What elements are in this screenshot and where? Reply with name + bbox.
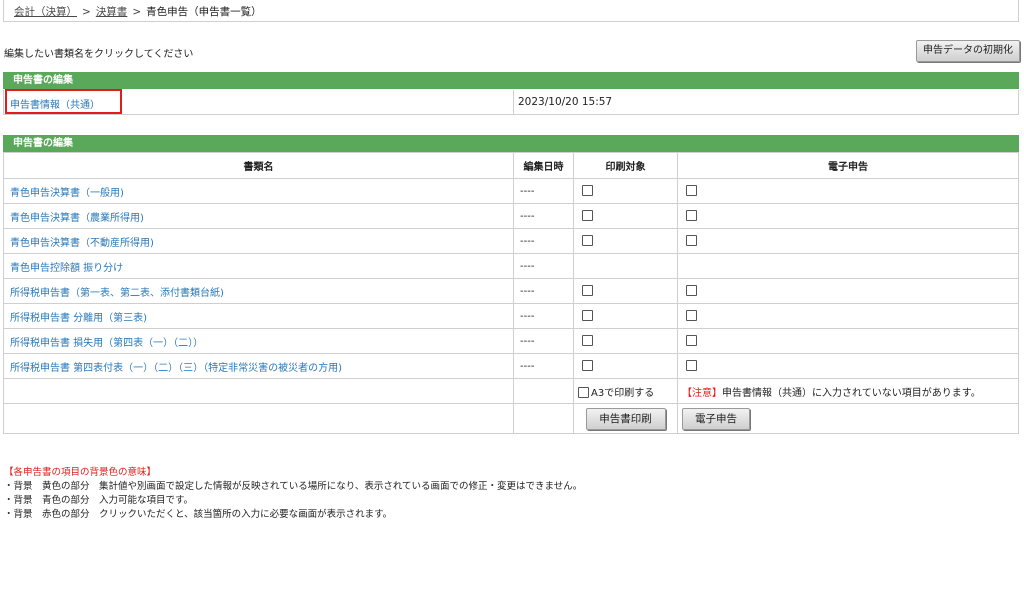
breadcrumb-separator: > xyxy=(132,6,142,18)
instruction-text: 編集したい書類名をクリックしてください xyxy=(4,49,194,60)
print-checkbox[interactable] xyxy=(582,210,593,222)
common-info-date: 2023/10/20 15:57 xyxy=(518,96,613,108)
table-row: 所得税申告書 損失用（第四表（一）（二）） ---- xyxy=(3,328,1019,354)
efile-button[interactable]: 電子申告 xyxy=(682,407,750,430)
print-checkbox[interactable] xyxy=(582,185,593,197)
print-button[interactable]: 申告書印刷 xyxy=(585,407,666,430)
column-header-name: 書類名 xyxy=(3,152,514,179)
table-row: 青色申告決算書（農業所得用) ---- xyxy=(3,203,1019,229)
legend-line: ・背景 黄色の部分 集計値や別画面で設定した情報が反映されている場所になり、表示… xyxy=(4,481,583,492)
common-info-link-cell: 申告書情報（共通） xyxy=(4,89,514,114)
edit-date: ---- xyxy=(513,303,574,329)
breadcrumb-link-statements[interactable]: 決算書 xyxy=(96,6,128,18)
document-link[interactable]: 所得税申告書 分離用（第三表) xyxy=(10,313,147,324)
notice-tag: 【注意】 xyxy=(682,387,722,399)
initialize-data-button[interactable]: 申告データの初期化 xyxy=(916,40,1020,62)
document-link[interactable]: 青色申告決算書（農業所得用) xyxy=(10,213,144,224)
efile-checkbox[interactable] xyxy=(686,185,697,197)
empty-cell xyxy=(513,378,574,404)
column-header-print: 印刷対象 xyxy=(573,152,678,179)
document-link[interactable]: 青色申告控除額 振り分け xyxy=(10,263,123,274)
edit-date: ---- xyxy=(513,228,574,254)
print-checkbox[interactable] xyxy=(582,235,593,247)
a3-print-label: A3で印刷する xyxy=(591,387,655,399)
edit-date: ---- xyxy=(513,328,574,354)
print-checkbox[interactable] xyxy=(582,310,593,322)
efile-checkbox[interactable] xyxy=(686,335,697,347)
a3-print-option[interactable]: A3で印刷する xyxy=(578,387,655,399)
efile-checkbox[interactable] xyxy=(686,285,697,297)
table-row: 所得税申告書（第一表、第二表、添付書類台紙) ---- xyxy=(3,278,1019,304)
breadcrumb-current: 青色申告（申告書一覧） xyxy=(146,6,262,18)
empty-cell xyxy=(3,378,514,404)
edit-date: ---- xyxy=(513,203,574,229)
breadcrumb: 会計（決算） > 決算書 > 青色申告（申告書一覧） xyxy=(3,0,1019,22)
empty-cell xyxy=(677,253,1019,279)
efile-checkbox[interactable] xyxy=(686,235,697,247)
empty-cell xyxy=(513,403,574,434)
column-header-date: 編集日時 xyxy=(513,152,574,179)
edit-date: ---- xyxy=(513,253,574,279)
empty-cell xyxy=(3,403,514,434)
table-row: 青色申告決算書（一般用) ---- xyxy=(3,178,1019,204)
empty-cell xyxy=(573,253,678,279)
common-info-table: 申告書情報（共通） 2023/10/20 15:57 xyxy=(3,89,1019,115)
document-link[interactable]: 所得税申告書 損失用（第四表（一）（二）） xyxy=(10,338,203,349)
notice-text: 申告書情報（共通）に入力されていない項目があります。 xyxy=(722,387,981,399)
print-checkbox[interactable] xyxy=(582,360,593,372)
edit-date: ---- xyxy=(513,278,574,304)
legend: 【各申告書の項目の背景色の意味】 ・背景 黄色の部分 集計値や別画面で設定した情… xyxy=(4,466,582,522)
documents-table: 書類名 編集日時 印刷対象 電子申告 青色申告決算書（一般用) ---- 青色申… xyxy=(3,152,1019,434)
efile-checkbox[interactable] xyxy=(686,310,697,322)
table-row: 所得税申告書 第四表付表（一）（二）（三）（特定非常災害の被災者の方用) ---… xyxy=(3,353,1019,379)
edit-date: ---- xyxy=(513,353,574,379)
options-row: A3で印刷する 【注意】申告書情報（共通）に入力されていない項目があります。 xyxy=(3,378,1019,404)
section-header-common: 申告書の編集 xyxy=(3,72,1019,89)
section-header-documents: 申告書の編集 xyxy=(3,135,1019,152)
table-header-row: 書類名 編集日時 印刷対象 電子申告 xyxy=(3,152,1019,179)
notice-message: 【注意】申告書情報（共通）に入力されていない項目があります。 xyxy=(682,388,981,399)
table-row: 青色申告決算書（不動産所得用) ---- xyxy=(3,228,1019,254)
edit-date: ---- xyxy=(513,178,574,204)
table-row: 所得税申告書 分離用（第三表) ---- xyxy=(3,303,1019,329)
buttons-row: 申告書印刷 電子申告 xyxy=(3,403,1019,434)
legend-line: ・背景 青色の部分 入力可能な項目です。 xyxy=(4,495,194,506)
red-highlight-box xyxy=(5,89,122,114)
efile-checkbox[interactable] xyxy=(686,360,697,372)
column-header-efile: 電子申告 xyxy=(677,152,1019,179)
print-checkbox[interactable] xyxy=(582,285,593,297)
document-link[interactable]: 青色申告決算書（一般用) xyxy=(10,188,124,199)
legend-title: 【各申告書の項目の背景色の意味】 xyxy=(4,467,157,478)
breadcrumb-link-accounting[interactable]: 会計（決算） xyxy=(14,6,77,18)
legend-line: ・背景 赤色の部分 クリックいただくと、該当箇所の入力に必要な画面が表示されます… xyxy=(4,509,393,520)
document-link[interactable]: 青色申告決算書（不動産所得用) xyxy=(10,238,154,249)
document-link[interactable]: 所得税申告書（第一表、第二表、添付書類台紙) xyxy=(10,288,224,299)
breadcrumb-separator: > xyxy=(82,6,91,18)
print-checkbox[interactable] xyxy=(582,335,593,347)
table-row: 青色申告控除額 振り分け ---- xyxy=(3,253,1019,279)
a3-print-checkbox[interactable] xyxy=(578,387,589,398)
document-link[interactable]: 所得税申告書 第四表付表（一）（二）（三）（特定非常災害の被災者の方用) xyxy=(10,363,342,374)
efile-checkbox[interactable] xyxy=(686,210,697,222)
